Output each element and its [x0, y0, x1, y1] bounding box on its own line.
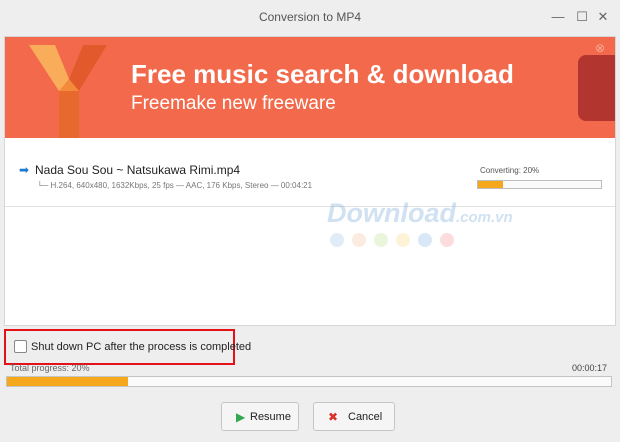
watermark-suffix: .com.vn	[456, 209, 513, 226]
total-progress-fill	[7, 377, 128, 386]
file-progress-fill	[478, 181, 503, 188]
ad-title: Free music search & download	[131, 59, 514, 89]
ad-banner[interactable]: Free music search & download Freemake ne…	[5, 37, 615, 138]
maximize-button[interactable]: ☐	[574, 9, 590, 25]
shutdown-checkbox[interactable]	[14, 340, 27, 353]
x-icon: ✖	[328, 410, 339, 424]
file-progress-bar	[477, 180, 602, 189]
shutdown-option[interactable]: Shut down PC after the process is comple…	[4, 329, 251, 365]
play-icon: ▶	[236, 410, 246, 424]
close-button[interactable]: ✕	[595, 9, 611, 25]
total-progress-text: Total progress:	[10, 363, 70, 373]
ad-subtitle: Freemake new freeware	[131, 93, 336, 114]
file-row: ➡ Nada Sou Sou ~ Natsukawa Rimi.mp4 └─ H…	[5, 154, 615, 207]
ad-side-tab[interactable]	[578, 55, 615, 121]
freemake-y-logo-icon	[29, 45, 107, 138]
conversion-status: Converting: 20%	[480, 166, 539, 175]
total-progress-bar	[6, 376, 612, 387]
total-progress-percent: 20%	[71, 363, 90, 373]
title-bar: Conversion to MP4 — ☐ ✕	[0, 0, 620, 36]
arrow-right-icon: ➡	[19, 163, 30, 177]
cancel-label: Cancel	[348, 411, 383, 423]
watermark-dot	[396, 233, 410, 247]
watermark-dot	[418, 233, 432, 247]
shutdown-label: Shut down PC after the process is comple…	[31, 341, 252, 353]
watermark-text: Download	[327, 198, 456, 228]
elapsed-time: 00:00:17	[572, 363, 608, 373]
status-label: Converting:	[480, 166, 521, 175]
cancel-button[interactable]: ✖ Cancel	[313, 402, 395, 431]
watermark-dot	[330, 233, 344, 247]
watermark-dot	[374, 233, 388, 247]
watermark-dot	[440, 233, 454, 247]
status-percent: 20%	[523, 166, 540, 175]
file-details: └─ H.264, 640x480, 1632Kbps, 25 fps — AA…	[37, 181, 313, 190]
resume-label: Resume	[250, 411, 291, 423]
minimize-button[interactable]: —	[550, 9, 566, 25]
watermark-dot	[352, 233, 366, 247]
total-progress-label: Total progress: 20%	[10, 363, 90, 373]
watermark-logo: Download.com.vn	[327, 198, 513, 229]
window-title: Conversion to MP4	[258, 10, 362, 24]
file-name: Nada Sou Sou ~ Natsukawa Rimi.mp4	[35, 163, 241, 177]
conversion-panel: Free music search & download Freemake ne…	[4, 36, 616, 326]
resume-button[interactable]: ▶ Resume	[221, 402, 299, 431]
ad-close-icon[interactable]: ⊗	[595, 41, 605, 55]
